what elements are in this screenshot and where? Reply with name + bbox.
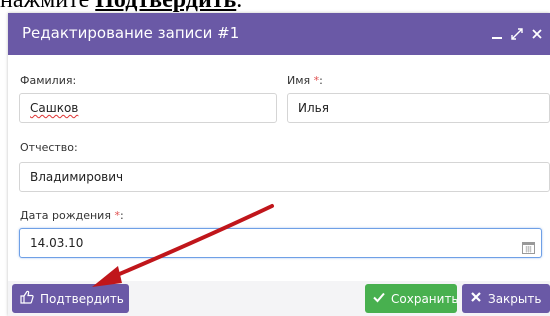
- instruction-text: нажмите Подтвердить.: [0, 0, 242, 13]
- surname-field[interactable]: Сашков: [19, 93, 277, 123]
- instruction-suffix: .: [236, 0, 243, 13]
- x-icon: [470, 291, 482, 306]
- close-icon[interactable]: [530, 26, 544, 42]
- name-value: Илья: [298, 101, 329, 115]
- instruction-bold: Подтвердить: [95, 0, 237, 13]
- name-field[interactable]: Илья: [287, 93, 550, 123]
- window-controls: [490, 23, 544, 45]
- name-label-colon: :: [319, 74, 323, 87]
- patronymic-label: Отчество:: [20, 141, 78, 154]
- calendar-icon[interactable]: [522, 236, 535, 254]
- save-button-label: Сохранить: [391, 291, 459, 306]
- thumbs-up-icon: [20, 290, 34, 307]
- surname-label: Фамилия:: [20, 74, 77, 87]
- maximize-icon[interactable]: [510, 26, 524, 42]
- close-button-label: Закрыть: [488, 291, 542, 306]
- confirm-button-label: Подтвердить: [40, 291, 124, 306]
- surname-value: Сашков: [30, 101, 79, 115]
- instruction-prefix: нажмите: [0, 0, 96, 13]
- dialog-footer: Подтвердить Сохранить Закрыть: [8, 281, 550, 316]
- dialog-titlebar: Редактирование записи #1: [8, 13, 550, 55]
- close-button[interactable]: Закрыть: [462, 284, 550, 313]
- edit-record-dialog: Редактирование записи #1 Фамилия: Сашков…: [8, 13, 550, 316]
- minimize-icon[interactable]: [490, 26, 504, 42]
- birthdate-value: 14.03.10: [30, 236, 84, 250]
- checkmark-icon: [373, 291, 385, 306]
- confirm-button[interactable]: Подтвердить: [12, 284, 129, 313]
- save-button[interactable]: Сохранить: [365, 284, 459, 313]
- birthdate-field[interactable]: 14.03.10: [19, 228, 542, 258]
- name-label: Имя *:: [287, 74, 323, 87]
- birthdate-label: Дата рождения *:: [20, 209, 124, 222]
- patronymic-value: Владимирович: [30, 170, 124, 184]
- name-label-text: Имя: [287, 74, 311, 87]
- birthdate-label-colon: :: [119, 209, 124, 222]
- birthdate-label-text: Дата рождения: [20, 209, 111, 222]
- patronymic-field[interactable]: Владимирович: [19, 162, 550, 192]
- dialog-title: Редактирование записи #1: [22, 24, 240, 42]
- page: нажмите Подтвердить. Редактирование запи…: [0, 0, 550, 316]
